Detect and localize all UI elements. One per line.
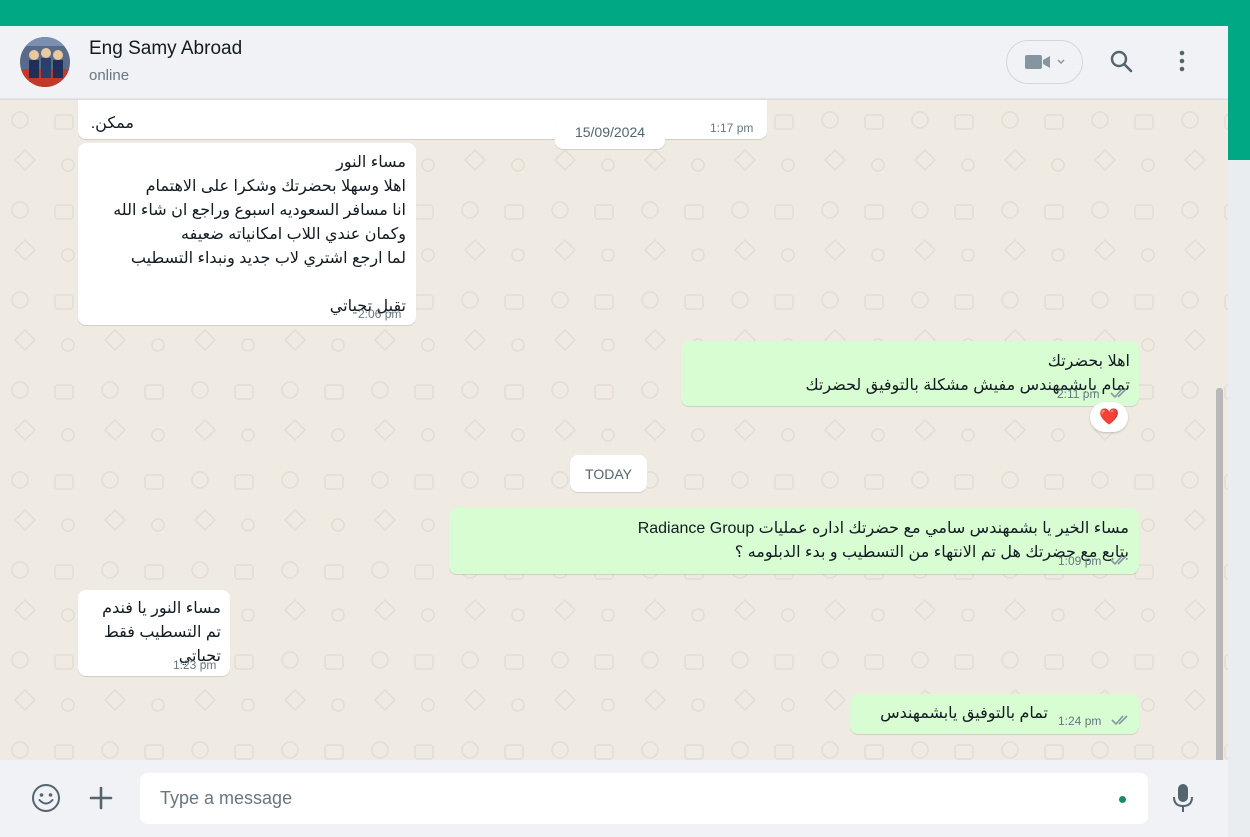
video-call-icon [1024,55,1050,69]
reaction-badge[interactable]: ❤️ [1090,402,1128,432]
plus-icon [89,786,113,810]
outgoing-message[interactable]: اهلا بحضرتك تمام يابشمهندس مفيش مشكلة با… [681,341,1139,406]
message-time: 1:24 pm [1058,714,1102,728]
emoji-icon [32,784,60,812]
search-icon [1110,50,1133,73]
outgoing-message[interactable]: مساء الخير يا بشمهندس سامي مع حضرتك ادار… [449,508,1139,574]
side-accent-bar [1228,0,1250,160]
message-time: 1:23 pm [173,658,217,672]
read-receipt-icon [1110,555,1127,566]
status-dot [1119,796,1126,803]
menu-button[interactable] [1168,45,1196,77]
incoming-message[interactable]: مساء النور اهلا وسهلا بحضرتك وشكرا على ا… [78,143,416,325]
video-call-button[interactable] [1006,40,1083,84]
chat-area[interactable]: ممكن. 1:17 pm 15/09/2024 مساء النور اهلا… [0,100,1228,760]
message-time: 1:17 pm [710,121,754,135]
message-text: مساء النور اهلا وسهلا بحضرتك وشكرا على ا… [113,154,406,315]
side-background [1228,160,1250,837]
message-time: 2:06 pm [358,307,402,321]
emoji-button[interactable] [29,781,63,815]
message-text: ممكن. [90,115,134,132]
chevron-down-icon [1057,59,1064,64]
message-input-box[interactable] [140,773,1148,824]
search-button[interactable] [1105,45,1137,77]
message-composer [0,760,1228,837]
microphone-icon [1173,784,1193,812]
attach-button[interactable] [86,781,116,815]
chat-header: Eng Samy Abroad online [0,26,1228,99]
outgoing-message[interactable]: تمام بالتوفيق يابشمهندس 1:24 pm [850,694,1139,734]
avatar[interactable] [20,37,70,87]
top-accent-bar [0,0,1250,26]
contact-name[interactable]: Eng Samy Abroad [89,38,242,60]
read-receipt-icon [1110,388,1127,399]
menu-dots-icon [1179,50,1185,72]
date-separator: TODAY [570,455,647,492]
message-time: 1:09 pm [1058,554,1102,568]
read-receipt-icon [1111,715,1128,726]
voice-message-button[interactable] [1166,780,1200,816]
message-input[interactable] [160,773,1100,824]
date-separator: 15/09/2024 [555,114,665,149]
message-text: مساء الخير يا بشمهندس سامي مع حضرتك ادار… [637,520,1129,561]
contact-status: online [89,67,130,84]
message-text: تمام بالتوفيق يابشمهندس [880,705,1048,722]
incoming-message[interactable]: مساء النور يا فندم تم التسطيب فقط تحياتي… [78,590,230,676]
message-time: 2:11 pm [1057,387,1100,401]
chat-scrollbar[interactable] [1216,388,1223,760]
